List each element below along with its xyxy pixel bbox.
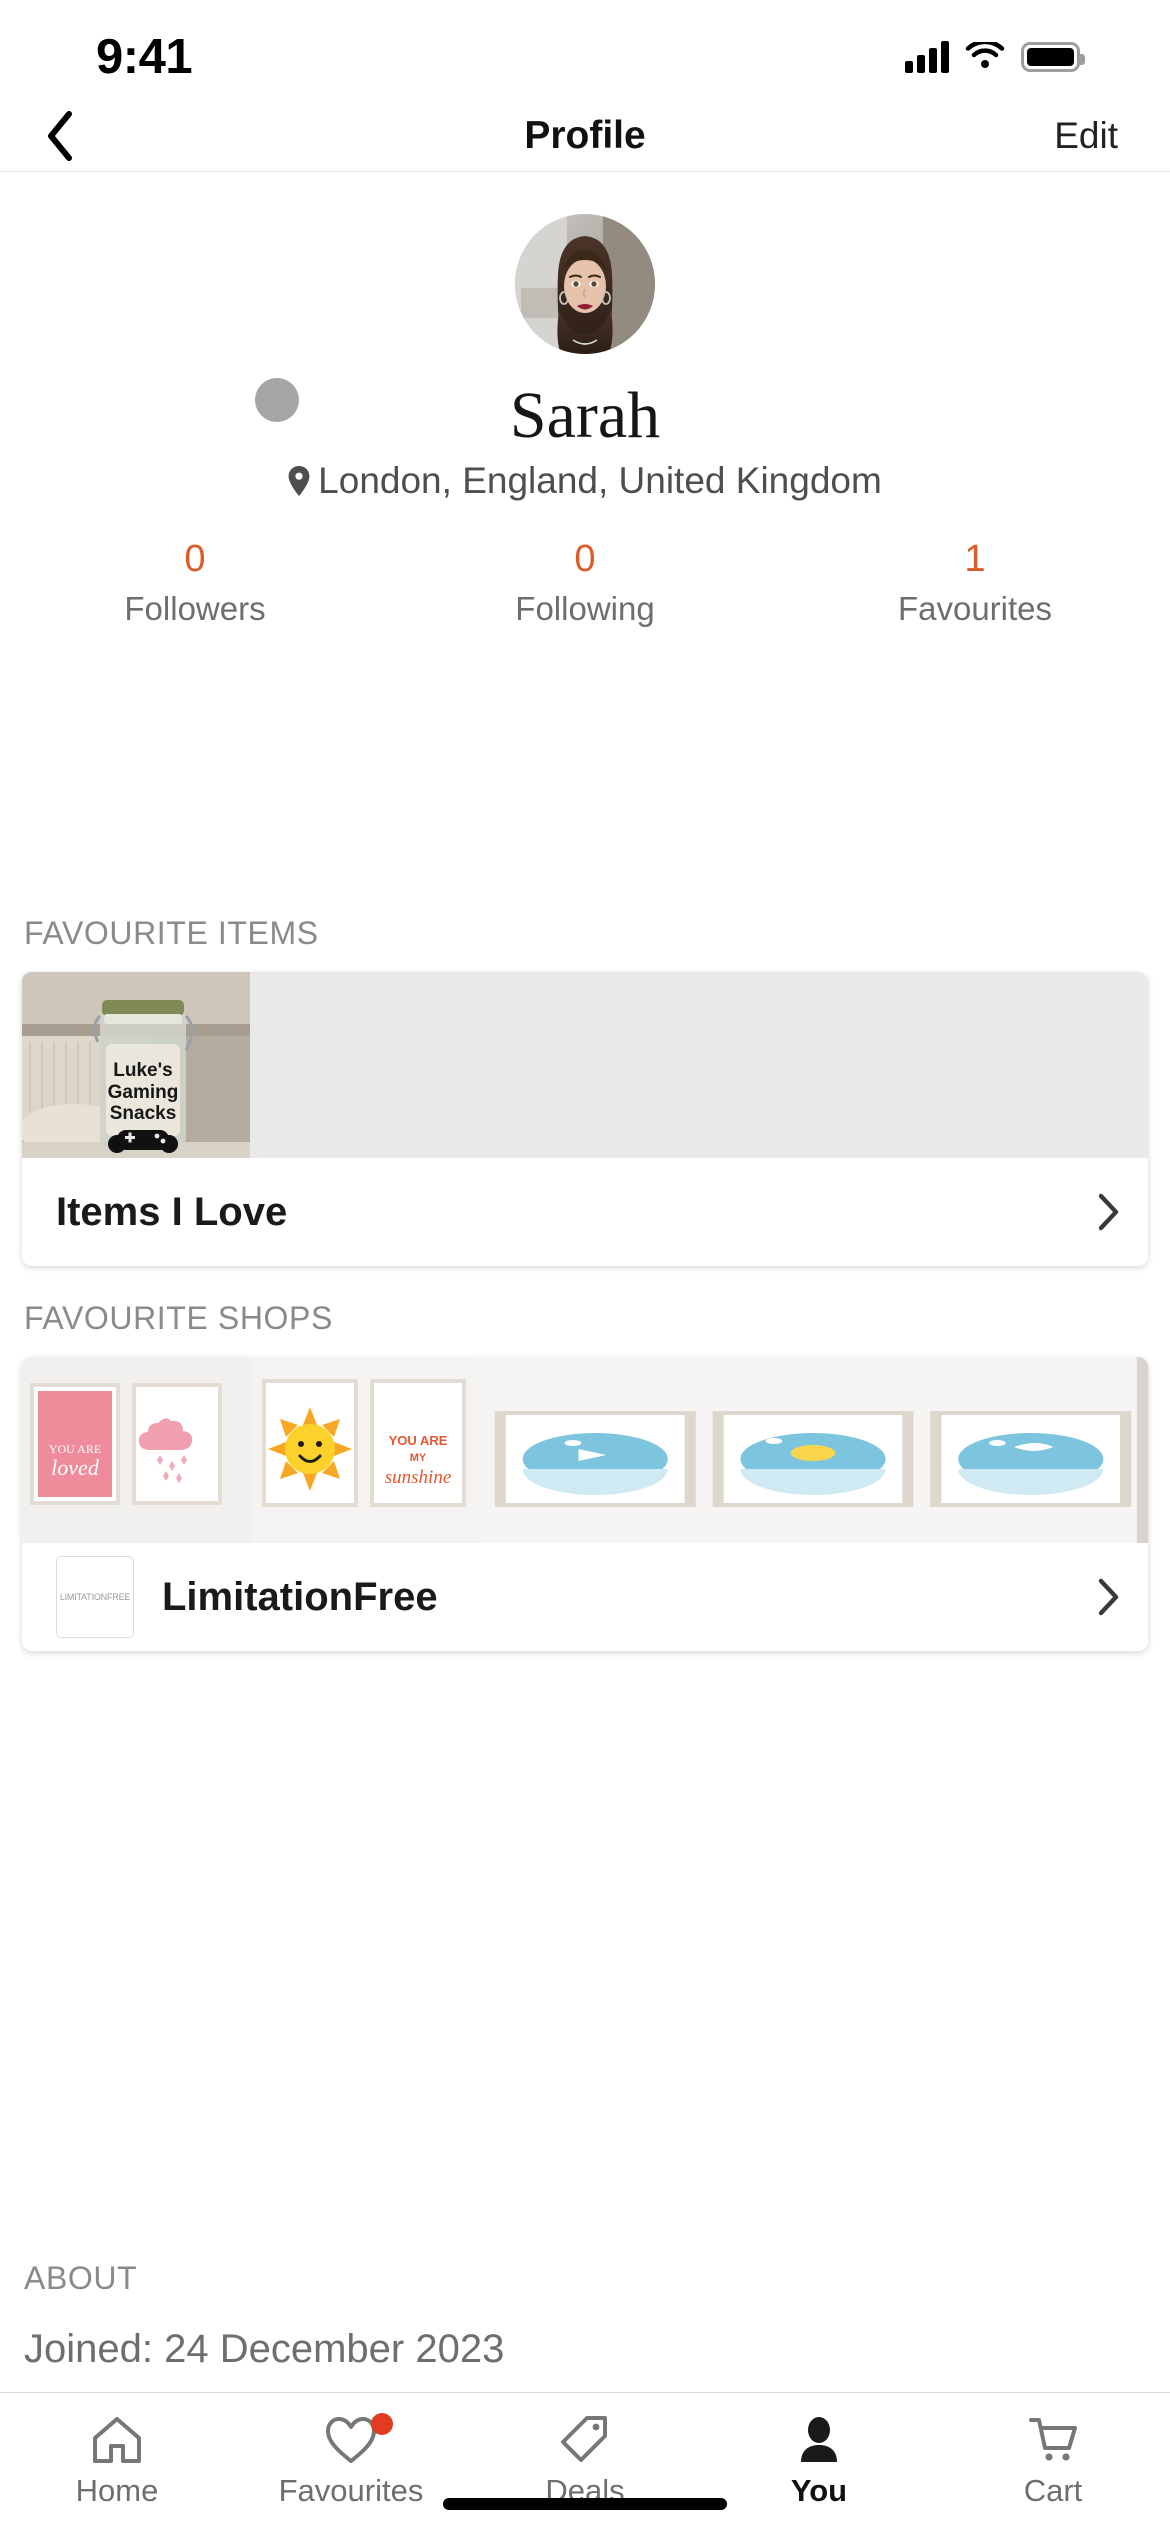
shop-row[interactable]: LIMITATIONFREE LimitationFree <box>22 1543 1148 1651</box>
gaming-snacks-jar-photo: Luke's Gaming Snacks <box>22 972 250 1158</box>
name-row: Sarah <box>0 368 1170 464</box>
stat-favourites[interactable]: 1 Favourites <box>780 536 1170 628</box>
wifi-icon <box>965 42 1005 68</box>
person-icon <box>791 2411 847 2469</box>
profile-location: London, England, United Kingdom <box>0 460 1170 502</box>
favourite-shops-section: FAVOURITE SHOPS YOU ARE loved YOU ARE MY… <box>0 1300 1170 1651</box>
favourite-shops-card[interactable]: YOU ARE loved YOU ARE MY sunshine LIMITA… <box>22 1357 1148 1651</box>
shop-logo: LIMITATIONFREE <box>56 1556 134 1638</box>
chevron-right-icon <box>1098 1193 1119 1231</box>
tab-you-label: You <box>790 2473 848 2508</box>
followers-count: 0 <box>184 538 206 580</box>
favourites-count: 1 <box>964 538 986 580</box>
svg-text:Gaming: Gaming <box>108 1082 179 1103</box>
favourites-label: Favourites <box>897 589 1053 627</box>
location-text: London, England, United Kingdom <box>318 460 882 501</box>
svg-text:loved: loved <box>51 1455 100 1480</box>
favourite-items-media-empty <box>250 972 1148 1158</box>
wall-art-tile-2: YOU ARE MY sunshine <box>250 1357 478 1543</box>
map-pin-icon <box>288 466 310 496</box>
profile-photo <box>515 214 655 354</box>
profile-name: Sarah <box>509 379 661 452</box>
tab-deals[interactable]: Deals <box>468 2411 702 2509</box>
svg-text:sunshine: sunshine <box>385 1467 452 1488</box>
tab-cart-label: Cart <box>1023 2473 1083 2508</box>
tab-home-label: Home <box>75 2473 159 2508</box>
secondary-avatar-dot <box>255 378 299 422</box>
cart-icon <box>1025 2411 1081 2469</box>
items-i-love-label: Items I Love <box>56 1189 288 1234</box>
favourite-items-card[interactable]: Luke's Gaming Snacks Items I Love <box>22 972 1148 1266</box>
favourite-shops-heading: FAVOURITE SHOPS <box>24 1300 333 1336</box>
wall-art-photo-3 <box>478 1357 1148 1543</box>
status-time: 9:41 <box>96 30 193 84</box>
tab-favourites[interactable]: Favourites <box>234 2411 468 2509</box>
profile-section: Sarah London, England, United Kingdom 0 … <box>0 172 1170 628</box>
profile-stats: 0 Followers 0 Following 1 Favourites <box>0 536 1170 628</box>
about-section: ABOUT Joined: 24 December 2023 <box>0 2260 1170 2372</box>
battery-icon <box>1021 42 1085 72</box>
favourite-shops-media: YOU ARE loved YOU ARE MY sunshine <box>22 1357 1148 1543</box>
tab-home[interactable]: Home <box>0 2411 234 2509</box>
wall-art-photo-2: YOU ARE MY sunshine <box>250 1357 478 1543</box>
shop-name: LimitationFree <box>162 1574 438 1619</box>
wall-art-tile-3 <box>478 1357 1148 1543</box>
svg-text:Snacks: Snacks <box>110 1103 177 1124</box>
items-i-love-row[interactable]: Items I Love <box>22 1158 1148 1266</box>
stat-following[interactable]: 0 Following <box>390 536 780 628</box>
favourite-items-media: Luke's Gaming Snacks <box>22 972 1148 1158</box>
favourite-items-section: FAVOURITE ITEMS Luke's Gaming Snacks Ite… <box>0 915 1170 1266</box>
tab-you[interactable]: You <box>702 2411 936 2509</box>
heart-icon <box>323 2411 393 2469</box>
favourites-badge <box>371 2413 393 2435</box>
stat-followers[interactable]: 0 Followers <box>0 536 390 628</box>
svg-text:MY: MY <box>410 1452 427 1464</box>
svg-text:Luke's: Luke's <box>113 1060 172 1081</box>
chevron-right-icon <box>1098 1578 1119 1616</box>
followers-label: Followers <box>124 589 266 627</box>
navigation-bar: Profile Edit <box>0 100 1170 172</box>
wall-art-tile-1: YOU ARE loved <box>22 1357 250 1543</box>
status-indicators <box>905 41 1085 73</box>
jar-photo-art: Luke's Gaming Snacks <box>22 972 250 1158</box>
joined-date: Joined: 24 December 2023 <box>24 2327 505 2371</box>
page-title: Profile <box>524 113 646 157</box>
tab-favourites-label: Favourites <box>278 2473 424 2508</box>
cellular-signal-icon <box>905 41 949 73</box>
wall-art-photo-1: YOU ARE loved <box>22 1357 250 1543</box>
home-icon <box>89 2411 145 2469</box>
tag-icon <box>557 2411 613 2469</box>
tab-bar: Home Favourites Deals You Cart <box>0 2392 1170 2532</box>
status-bar: 9:41 <box>0 0 1170 100</box>
avatar[interactable] <box>515 214 655 354</box>
svg-text:YOU ARE: YOU ARE <box>49 1442 101 1456</box>
about-heading: ABOUT <box>24 2260 138 2296</box>
favourite-items-heading: FAVOURITE ITEMS <box>24 915 319 951</box>
avatar-container <box>0 172 1170 354</box>
following-label: Following <box>515 589 655 627</box>
home-indicator <box>443 2498 727 2510</box>
following-count: 0 <box>574 538 596 580</box>
svg-text:YOU ARE: YOU ARE <box>389 1433 448 1448</box>
tab-cart[interactable]: Cart <box>936 2411 1170 2509</box>
shop-logo-text: LIMITATIONFREE <box>59 1592 131 1602</box>
phone-screen: 9:41 Profile Edit Sarah London, England,… <box>0 0 1170 2532</box>
